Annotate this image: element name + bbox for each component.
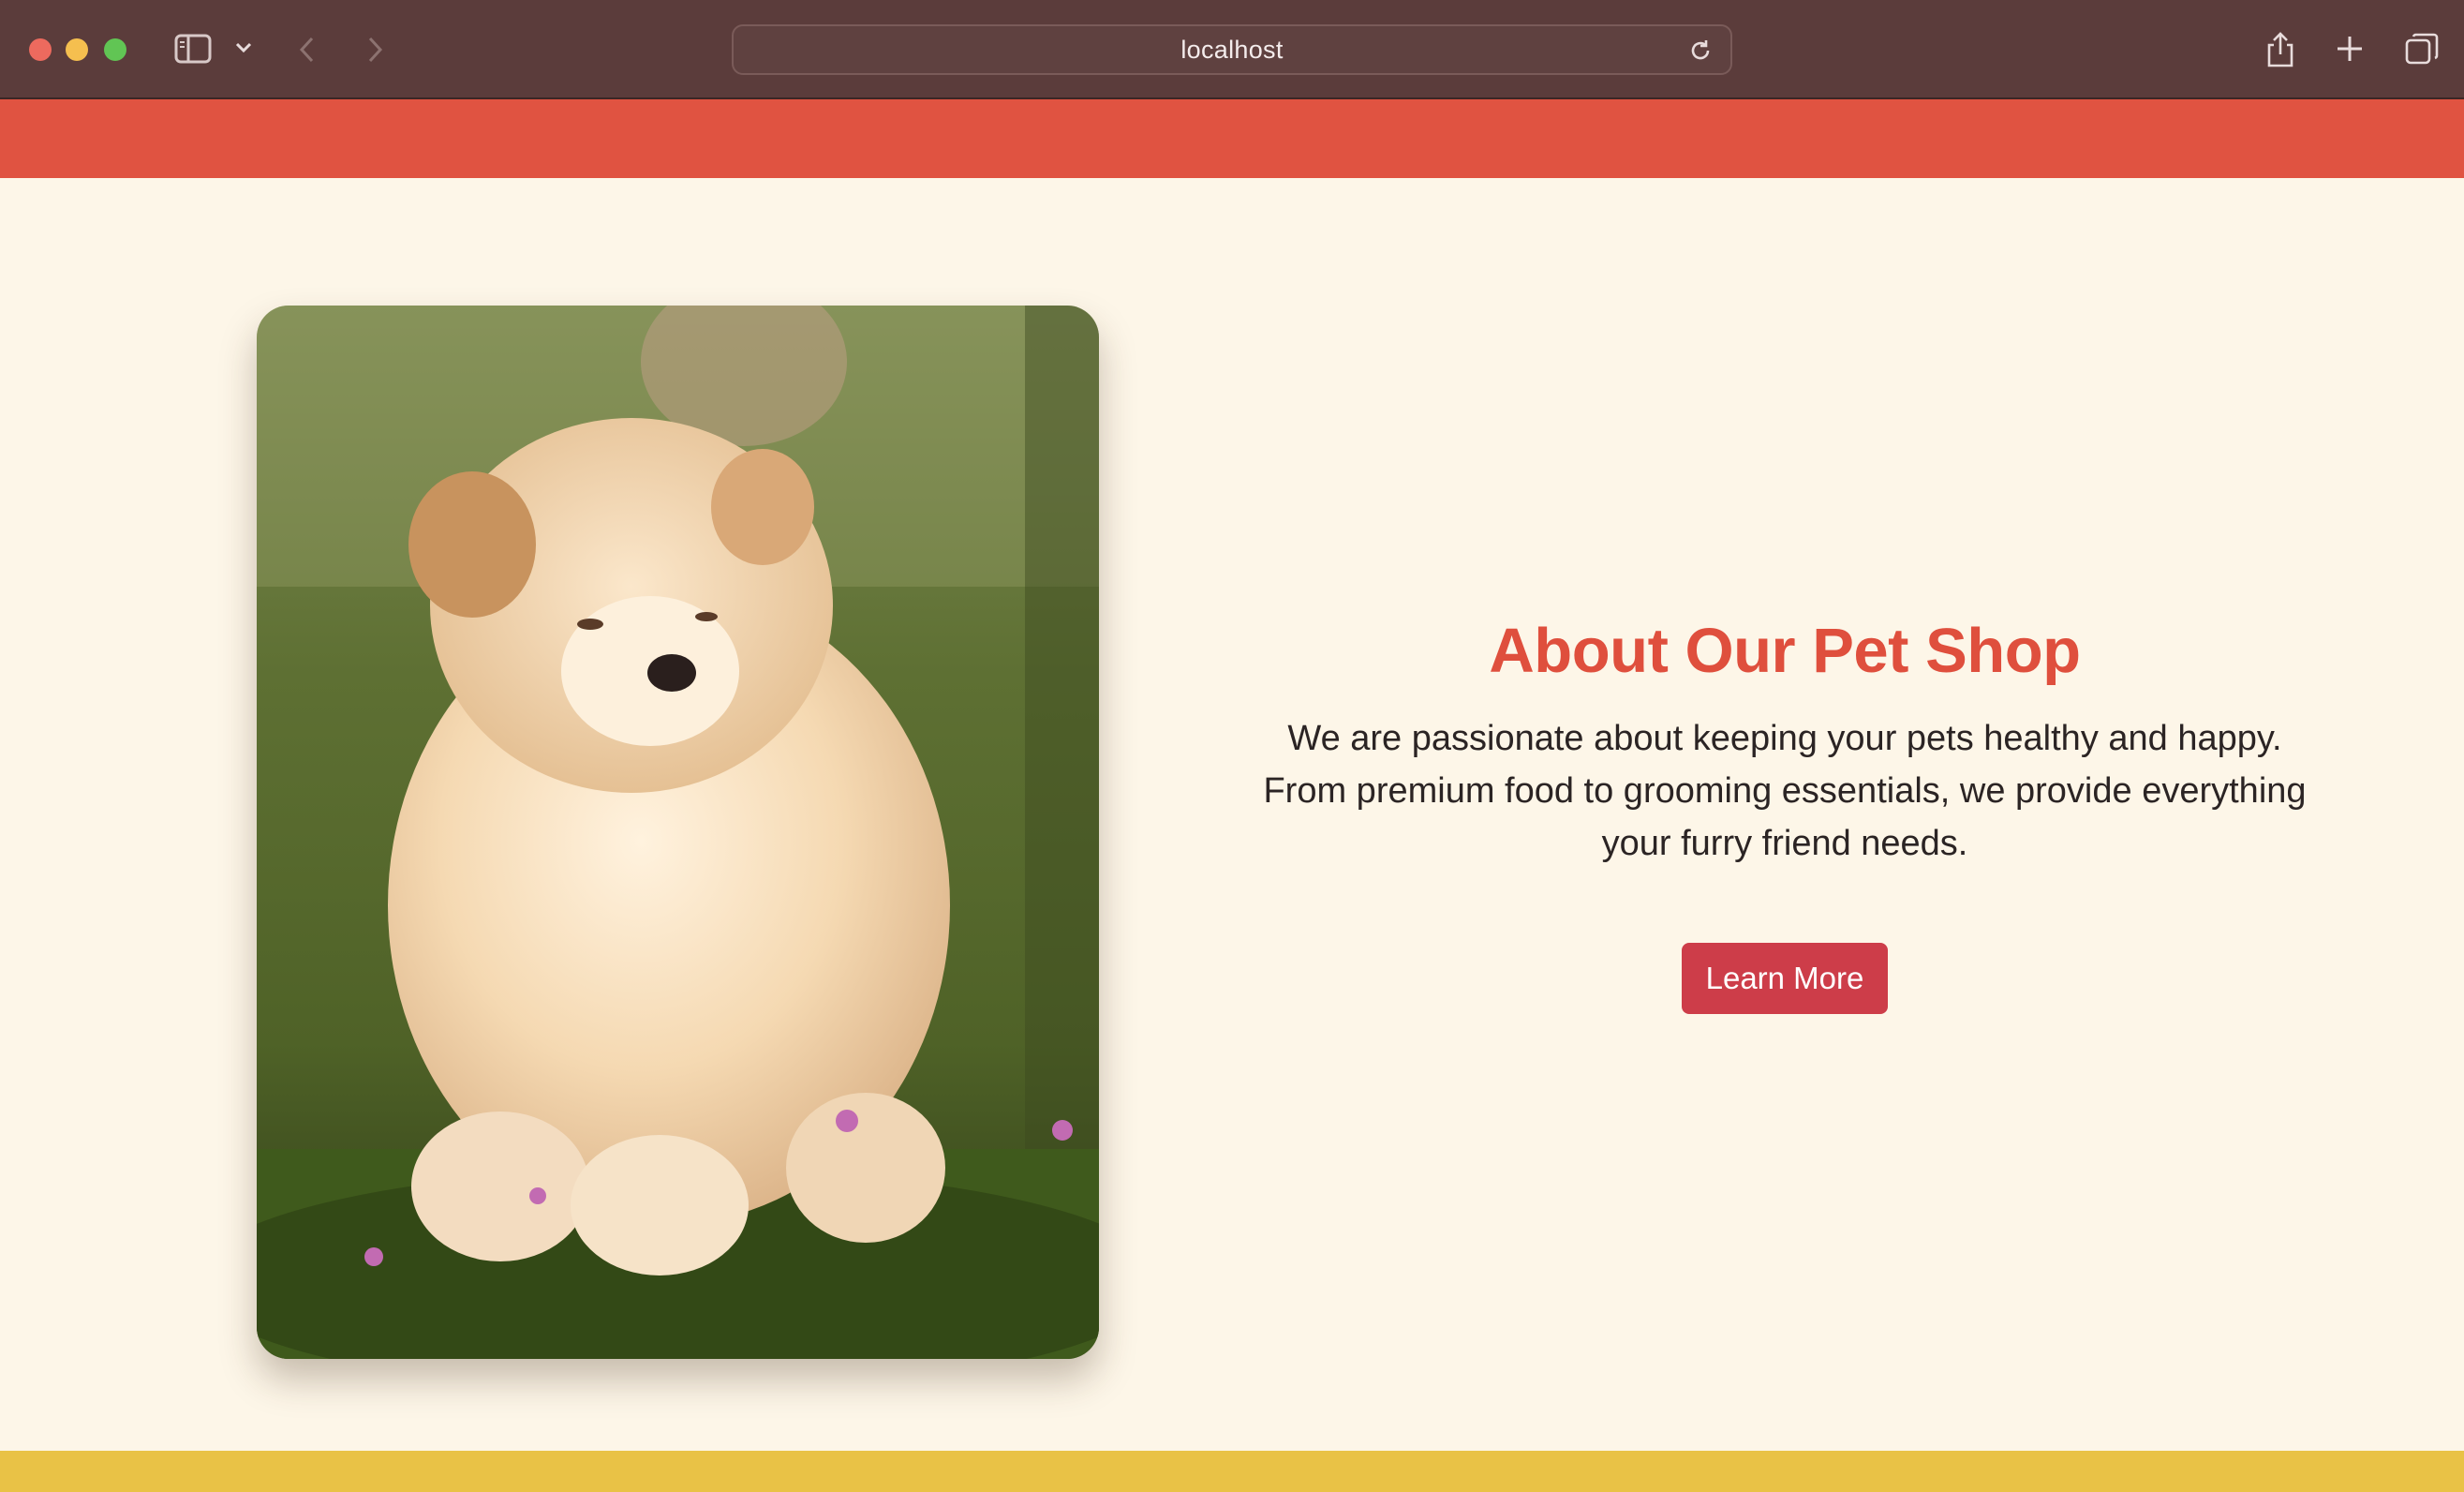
about-description: We are passionate about keeping your pet…: [1263, 719, 2307, 863]
learn-more-button[interactable]: Learn More: [1681, 943, 1889, 1014]
about-title: About Our Pet Shop: [1489, 616, 2081, 686]
zoom-window-button[interactable]: [104, 38, 126, 61]
tabs-icon[interactable]: [2404, 32, 2440, 66]
share-icon[interactable]: [2265, 31, 2295, 68]
reload-icon[interactable]: [1687, 37, 1714, 64]
address-bar[interactable]: localhost: [732, 24, 1732, 75]
chevron-right-icon[interactable]: [365, 36, 384, 64]
browser-toolbar: localhost: [0, 0, 2464, 99]
close-window-button[interactable]: [29, 38, 52, 61]
about-section: About Our Pet Shop We are passionate abo…: [1209, 600, 2361, 1014]
minimize-window-button[interactable]: [66, 38, 88, 61]
address-text: localhost: [1180, 35, 1284, 64]
plus-icon[interactable]: [2335, 34, 2365, 64]
sidebar-icon[interactable]: [174, 34, 212, 64]
puppy-photo: [257, 306, 1099, 1359]
footer-bar: [0, 1451, 2464, 1492]
chevron-left-icon[interactable]: [298, 36, 317, 64]
header-bar: [0, 99, 2464, 178]
chevron-down-icon[interactable]: [234, 41, 253, 54]
